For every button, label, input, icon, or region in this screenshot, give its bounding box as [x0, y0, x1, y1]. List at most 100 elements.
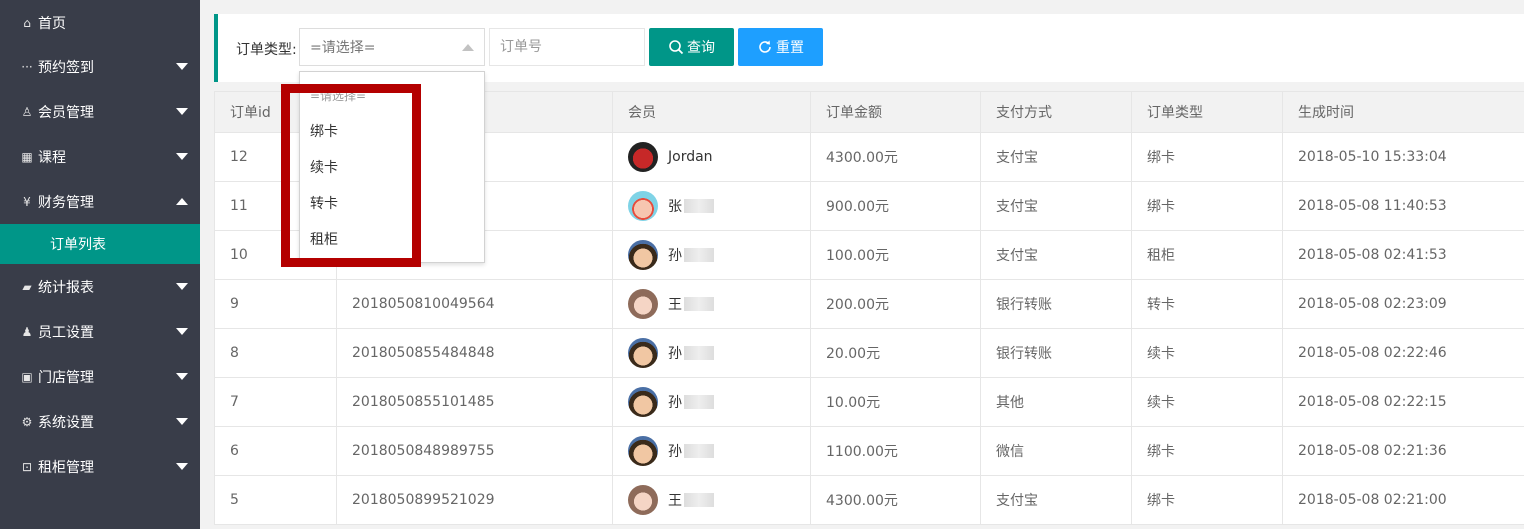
member-info: Jordan [628, 142, 810, 172]
redacted-name-blur [684, 248, 714, 262]
avatar [628, 387, 658, 417]
sidebar-item-label: 系统设置 [38, 414, 94, 431]
redacted-name-blur [684, 297, 714, 311]
member-name: 王 [668, 493, 682, 509]
chevron-down-icon [176, 108, 188, 115]
sidebar-item-label: 员工设置 [38, 324, 94, 341]
search-button[interactable]: 查询 [649, 28, 734, 66]
cell-created-time: 2018-05-08 11:40:53 [1282, 181, 1524, 231]
cell-amount: 900.00元 [810, 181, 981, 231]
cell-member: 孙 [612, 328, 811, 378]
cell-payment: 支付宝 [980, 475, 1132, 525]
member-info: 张 [628, 191, 810, 221]
member-name: 王 [668, 297, 682, 313]
cell-payment: 支付宝 [980, 230, 1132, 280]
cell-created-time: 2018-05-08 02:21:00 [1282, 475, 1524, 525]
cell-order-id: 5 [214, 475, 337, 525]
cell-order-type: 续卡 [1131, 377, 1283, 427]
sidebar-item-checkin[interactable]: ··· 预约签到 [0, 44, 200, 89]
order-type-select[interactable]: =请选择= [299, 28, 485, 66]
sidebar-item-label: 租柜管理 [38, 459, 94, 476]
user-icon: ♙ [21, 104, 33, 119]
sidebar-item-reports[interactable]: ▰ 统计报表 [0, 264, 200, 309]
cell-created-time: 2018-05-08 02:22:46 [1282, 328, 1524, 378]
order-type-label: 订单类型: [236, 42, 297, 58]
cell-created-time: 2018-05-08 02:41:53 [1282, 230, 1524, 280]
member-name: 孙 [668, 248, 682, 264]
sidebar-item-label: 统计报表 [38, 279, 94, 296]
table-row[interactable]: 6 2018050848989755 孙 1100.00元 微信 绑卡 2018-05-08… [214, 426, 1524, 476]
member-info: 孙 [628, 436, 810, 466]
sidebar-item-lockers[interactable]: ⊡ 租柜管理 [0, 444, 200, 489]
apps-icon: ▣ [21, 369, 33, 384]
gear-icon: ⚙ [21, 414, 33, 429]
chevron-down-icon [176, 63, 188, 70]
table-row[interactable]: 5 2018050899521029 王 4300.00元 支付宝 绑卡 2018-05-0… [214, 475, 1524, 525]
chevron-down-icon [176, 283, 188, 290]
refresh-icon [759, 40, 771, 53]
avatar [628, 436, 658, 466]
col-amount[interactable]: 订单金额 [810, 91, 981, 133]
cell-payment: 微信 [980, 426, 1132, 476]
reset-button[interactable]: 重置 [738, 28, 823, 66]
sidebar-item-label: 首页 [38, 15, 66, 32]
avatar [628, 485, 658, 515]
cell-order-no: 2018050899521029 [336, 475, 613, 525]
sidebar-item-staff[interactable]: ♟ 员工设置 [0, 309, 200, 354]
cell-amount: 10.00元 [810, 377, 981, 427]
member-name: 孙 [668, 346, 682, 362]
cell-payment: 其他 [980, 377, 1132, 427]
member-info: 孙 [628, 240, 810, 270]
sidebar-item-finance[interactable]: ¥ 财务管理 [0, 179, 200, 224]
member-info: 孙 [628, 387, 810, 417]
cell-created-time: 2018-05-10 15:33:04 [1282, 132, 1524, 182]
cell-created-time: 2018-05-08 02:22:15 [1282, 377, 1524, 427]
grid-icon: ▦ [21, 149, 33, 164]
annotation-highlight-box [281, 84, 421, 267]
sidebar-item-label: 课程 [38, 149, 66, 166]
avatar [628, 289, 658, 319]
sidebar-item-stores[interactable]: ▣ 门店管理 [0, 354, 200, 399]
sidebar-item-members[interactable]: ♙ 会员管理 [0, 89, 200, 134]
chevron-down-icon [176, 153, 188, 160]
avatar [628, 142, 658, 172]
order-no-input[interactable] [489, 28, 645, 66]
cell-order-type: 绑卡 [1131, 426, 1283, 476]
cell-order-type: 租柜 [1131, 230, 1283, 280]
cell-order-id: 6 [214, 426, 337, 476]
cell-amount: 1100.00元 [810, 426, 981, 476]
cell-order-type: 绑卡 [1131, 132, 1283, 182]
member-name: 孙 [668, 444, 682, 460]
reset-button-label: 重置 [776, 40, 804, 56]
cell-order-no: 2018050855484848 [336, 328, 613, 378]
sidebar-item-courses[interactable]: ▦ 课程 [0, 134, 200, 179]
col-created-time[interactable]: 生成时间 [1282, 91, 1524, 133]
table-row[interactable]: 9 2018050810049564 王 200.00元 银行转账 转卡 2018-05-0… [214, 279, 1524, 329]
sidebar-item-label: 门店管理 [38, 369, 94, 386]
sidebar-item-home[interactable]: ⌂ 首页 [0, 0, 200, 45]
cell-order-type: 绑卡 [1131, 181, 1283, 231]
more-icon: ··· [21, 59, 33, 74]
avatar [628, 240, 658, 270]
cell-amount: 200.00元 [810, 279, 981, 329]
col-order-type[interactable]: 订单类型 [1131, 91, 1283, 133]
sidebar-subitem-order-list[interactable]: 订单列表 [0, 224, 200, 264]
redacted-name-blur [684, 493, 714, 507]
home-icon: ⌂ [23, 15, 31, 30]
sidebar-item-settings[interactable]: ⚙ 系统设置 [0, 399, 200, 444]
cell-member: 孙 [612, 426, 811, 476]
cell-member: 张 [612, 181, 811, 231]
col-payment[interactable]: 支付方式 [980, 91, 1132, 133]
member-info: 孙 [628, 338, 810, 368]
redacted-name-blur [684, 199, 714, 213]
cell-payment: 银行转账 [980, 279, 1132, 329]
col-member[interactable]: 会员 [612, 91, 811, 133]
cell-amount: 100.00元 [810, 230, 981, 280]
member-name: 张 [668, 199, 682, 215]
table-row[interactable]: 8 2018050855484848 孙 20.00元 银行转账 续卡 2018-05-08… [214, 328, 1524, 378]
chevron-down-icon [176, 418, 188, 425]
member-name: 孙 [668, 395, 682, 411]
cell-member: 王 [612, 279, 811, 329]
cell-created-time: 2018-05-08 02:23:09 [1282, 279, 1524, 329]
table-row[interactable]: 7 2018050855101485 孙 10.00元 其他 续卡 2018-05-08 0… [214, 377, 1524, 427]
